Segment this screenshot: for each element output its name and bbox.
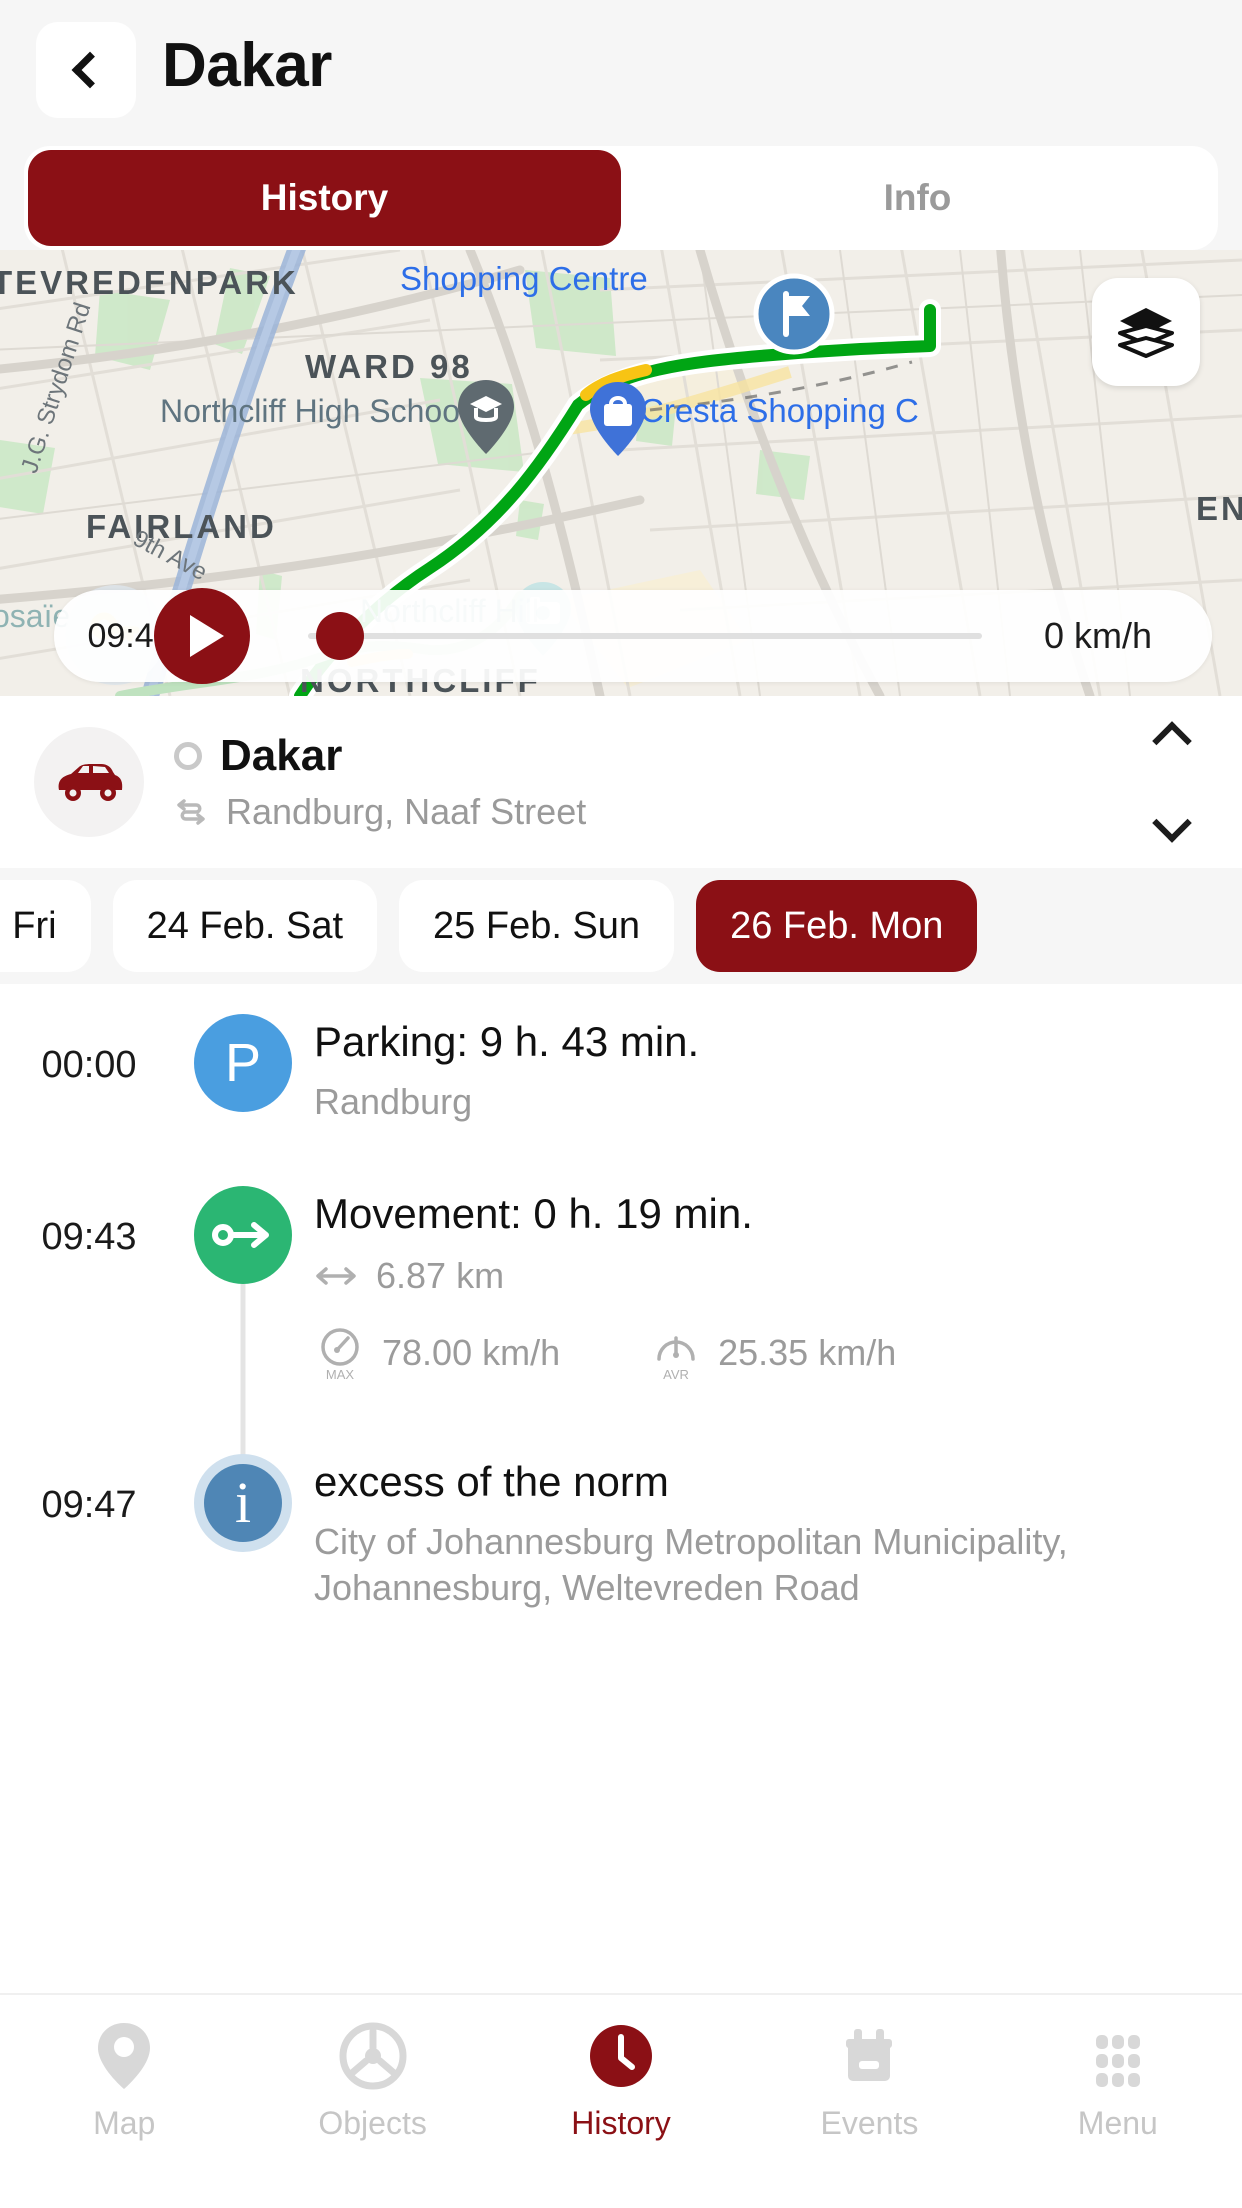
page-header: Dakar <box>0 0 1242 140</box>
speed-metrics: MAX 78.00 km/h AVR 25.35 km/h <box>314 1323 1212 1383</box>
shopping-marker-icon[interactable] <box>588 380 648 458</box>
parking-badge-letter: P <box>224 1033 262 1093</box>
timeline-event-parking[interactable]: 00:00 P Parking: 9 h. 43 min. Randburg <box>0 998 1242 1170</box>
date-chip-24-feb[interactable]: 24 Feb. Sat <box>112 880 378 972</box>
timeline-connector <box>240 1282 246 1477</box>
layers-icon <box>1118 308 1174 358</box>
event-icon-column: i <box>178 1438 308 1638</box>
event-title: Movement: 0 h. 19 min. <box>314 1190 753 1237</box>
tab-bar: History Info <box>24 146 1218 250</box>
distance-icon <box>316 1266 356 1285</box>
bottom-navigation: Map Objects History Events Menu <box>0 1993 1242 2208</box>
nav-item-events[interactable]: Events <box>745 2017 993 2208</box>
info-badge-letter: i <box>234 1470 252 1535</box>
timeline-event-movement[interactable]: 09:43 Movement: 0 h. 19 min. 6.87 km MAX… <box>0 1170 1242 1477</box>
movement-arrow-glyph <box>212 1222 269 1248</box>
date-selector[interactable]: b. Fri 24 Feb. Sat 25 Feb. Sun 26 Feb. M… <box>0 868 1242 984</box>
playback-slider[interactable] <box>308 612 982 660</box>
vehicle-address-row: Randburg, Naaf Street <box>174 791 1158 833</box>
event-subtitle: City of Johannesburg Metropolitan Munici… <box>314 1520 1068 1608</box>
vehicle-name-row: Dakar <box>174 731 1158 781</box>
nav-label-menu: Menu <box>1077 2105 1158 2141</box>
playback-slider-handle[interactable] <box>316 612 364 660</box>
timeline-event-info[interactable]: 09:47 i excess of the norm City of Johan… <box>0 1438 1242 1638</box>
max-speed-metric: MAX 78.00 km/h <box>314 1323 560 1383</box>
date-chip-25-feb[interactable]: 25 Feb. Sun <box>399 880 675 972</box>
date-chip-fri[interactable]: b. Fri <box>0 880 91 972</box>
nav-item-menu[interactable]: Menu <box>994 2017 1242 2208</box>
tab-history[interactable]: History <box>28 150 621 246</box>
play-icon <box>189 615 224 657</box>
nav-item-objects[interactable]: Objects <box>248 2017 496 2208</box>
event-body: excess of the norm City of Johannesburg … <box>308 1438 1212 1638</box>
map-view[interactable]: TEVREDENPARK WARD 98 FAIRLAND NORTHCLIFF… <box>0 250 1242 696</box>
school-marker-icon[interactable] <box>456 378 516 456</box>
parking-icon: P <box>194 1014 292 1112</box>
nav-item-history[interactable]: History <box>497 2017 745 2208</box>
nav-label-history: History <box>571 2105 671 2141</box>
playback-speed: 0 km/h <box>1043 615 1153 656</box>
steering-wheel-icon <box>338 2017 408 2095</box>
event-icon-column <box>178 1170 308 1477</box>
nav-label-map: Map <box>93 2105 156 2141</box>
avatar <box>34 727 144 837</box>
nav-item-map[interactable]: Map <box>0 2017 248 2208</box>
distance-value: 6.87 km <box>376 1254 505 1296</box>
event-time: 09:43 <box>41 1216 137 1258</box>
clock-icon <box>586 2017 656 2095</box>
event-title: Parking: 9 h. 43 min. <box>314 1018 700 1065</box>
page-title: Dakar <box>162 31 332 100</box>
chevron-left-icon <box>71 51 109 89</box>
chevron-up-icon[interactable] <box>1152 721 1192 761</box>
nav-label-objects: Objects <box>318 2105 427 2141</box>
event-body: Parking: 9 h. 43 min. Randburg <box>308 998 1212 1170</box>
event-timeline: 00:00 P Parking: 9 h. 43 min. Randburg 0… <box>0 984 1242 1993</box>
event-time: 00:00 <box>41 1044 137 1086</box>
max-speed-value: 78.00 km/h <box>382 1331 561 1373</box>
app-root: Dakar History Info TEVREDENPARK WARD 98 … <box>0 0 1242 2208</box>
vehicle-card-toggles <box>1152 721 1206 843</box>
vehicle-card[interactable]: Dakar Randburg, Naaf Street <box>0 696 1242 868</box>
event-icon-column: P <box>178 998 308 1170</box>
distance-row: 6.87 km <box>314 1255 1212 1297</box>
event-body: Movement: 0 h. 19 min. 6.87 km MAX 78.00… <box>308 1170 1212 1438</box>
max-speed-gauge-icon: MAX <box>321 1327 359 1382</box>
calendar-icon <box>834 2017 904 2095</box>
nav-label-events: Events <box>820 2105 919 2141</box>
playback-bar: 09:43 0 km/h <box>54 588 1212 684</box>
svg-text:MAX: MAX <box>326 1367 355 1382</box>
movement-arrow-icon <box>194 1186 292 1284</box>
route-icon <box>177 799 205 825</box>
vehicle-name: Dakar <box>220 731 343 780</box>
avg-speed-gauge-icon: AVR <box>657 1335 695 1382</box>
chevron-down-icon[interactable] <box>1152 803 1192 843</box>
date-chip-26-feb[interactable]: 26 Feb. Mon <box>696 880 978 972</box>
play-button[interactable] <box>154 588 250 684</box>
flag-marker-icon[interactable] <box>752 272 836 356</box>
avg-speed-value: 25.35 km/h <box>718 1331 897 1373</box>
status-circle-icon <box>174 742 202 770</box>
info-icon: i <box>194 1454 292 1552</box>
vehicle-info: Dakar Randburg, Naaf Street <box>174 731 1158 833</box>
svg-text:AVR: AVR <box>663 1367 689 1382</box>
avg-speed-metric: AVR 25.35 km/h <box>650 1323 896 1383</box>
map-pin-icon <box>94 2017 154 2095</box>
event-subtitle: Randburg <box>314 1080 473 1122</box>
vehicle-address: Randburg, Naaf Street <box>226 791 587 832</box>
car-icon <box>58 764 123 801</box>
map-layers-button[interactable] <box>1092 278 1200 386</box>
grid-menu-icon <box>1083 2017 1153 2095</box>
event-title: excess of the norm <box>314 1458 669 1505</box>
tab-info[interactable]: Info <box>621 150 1214 246</box>
back-button[interactable] <box>36 22 136 118</box>
event-time: 09:47 <box>41 1484 137 1526</box>
